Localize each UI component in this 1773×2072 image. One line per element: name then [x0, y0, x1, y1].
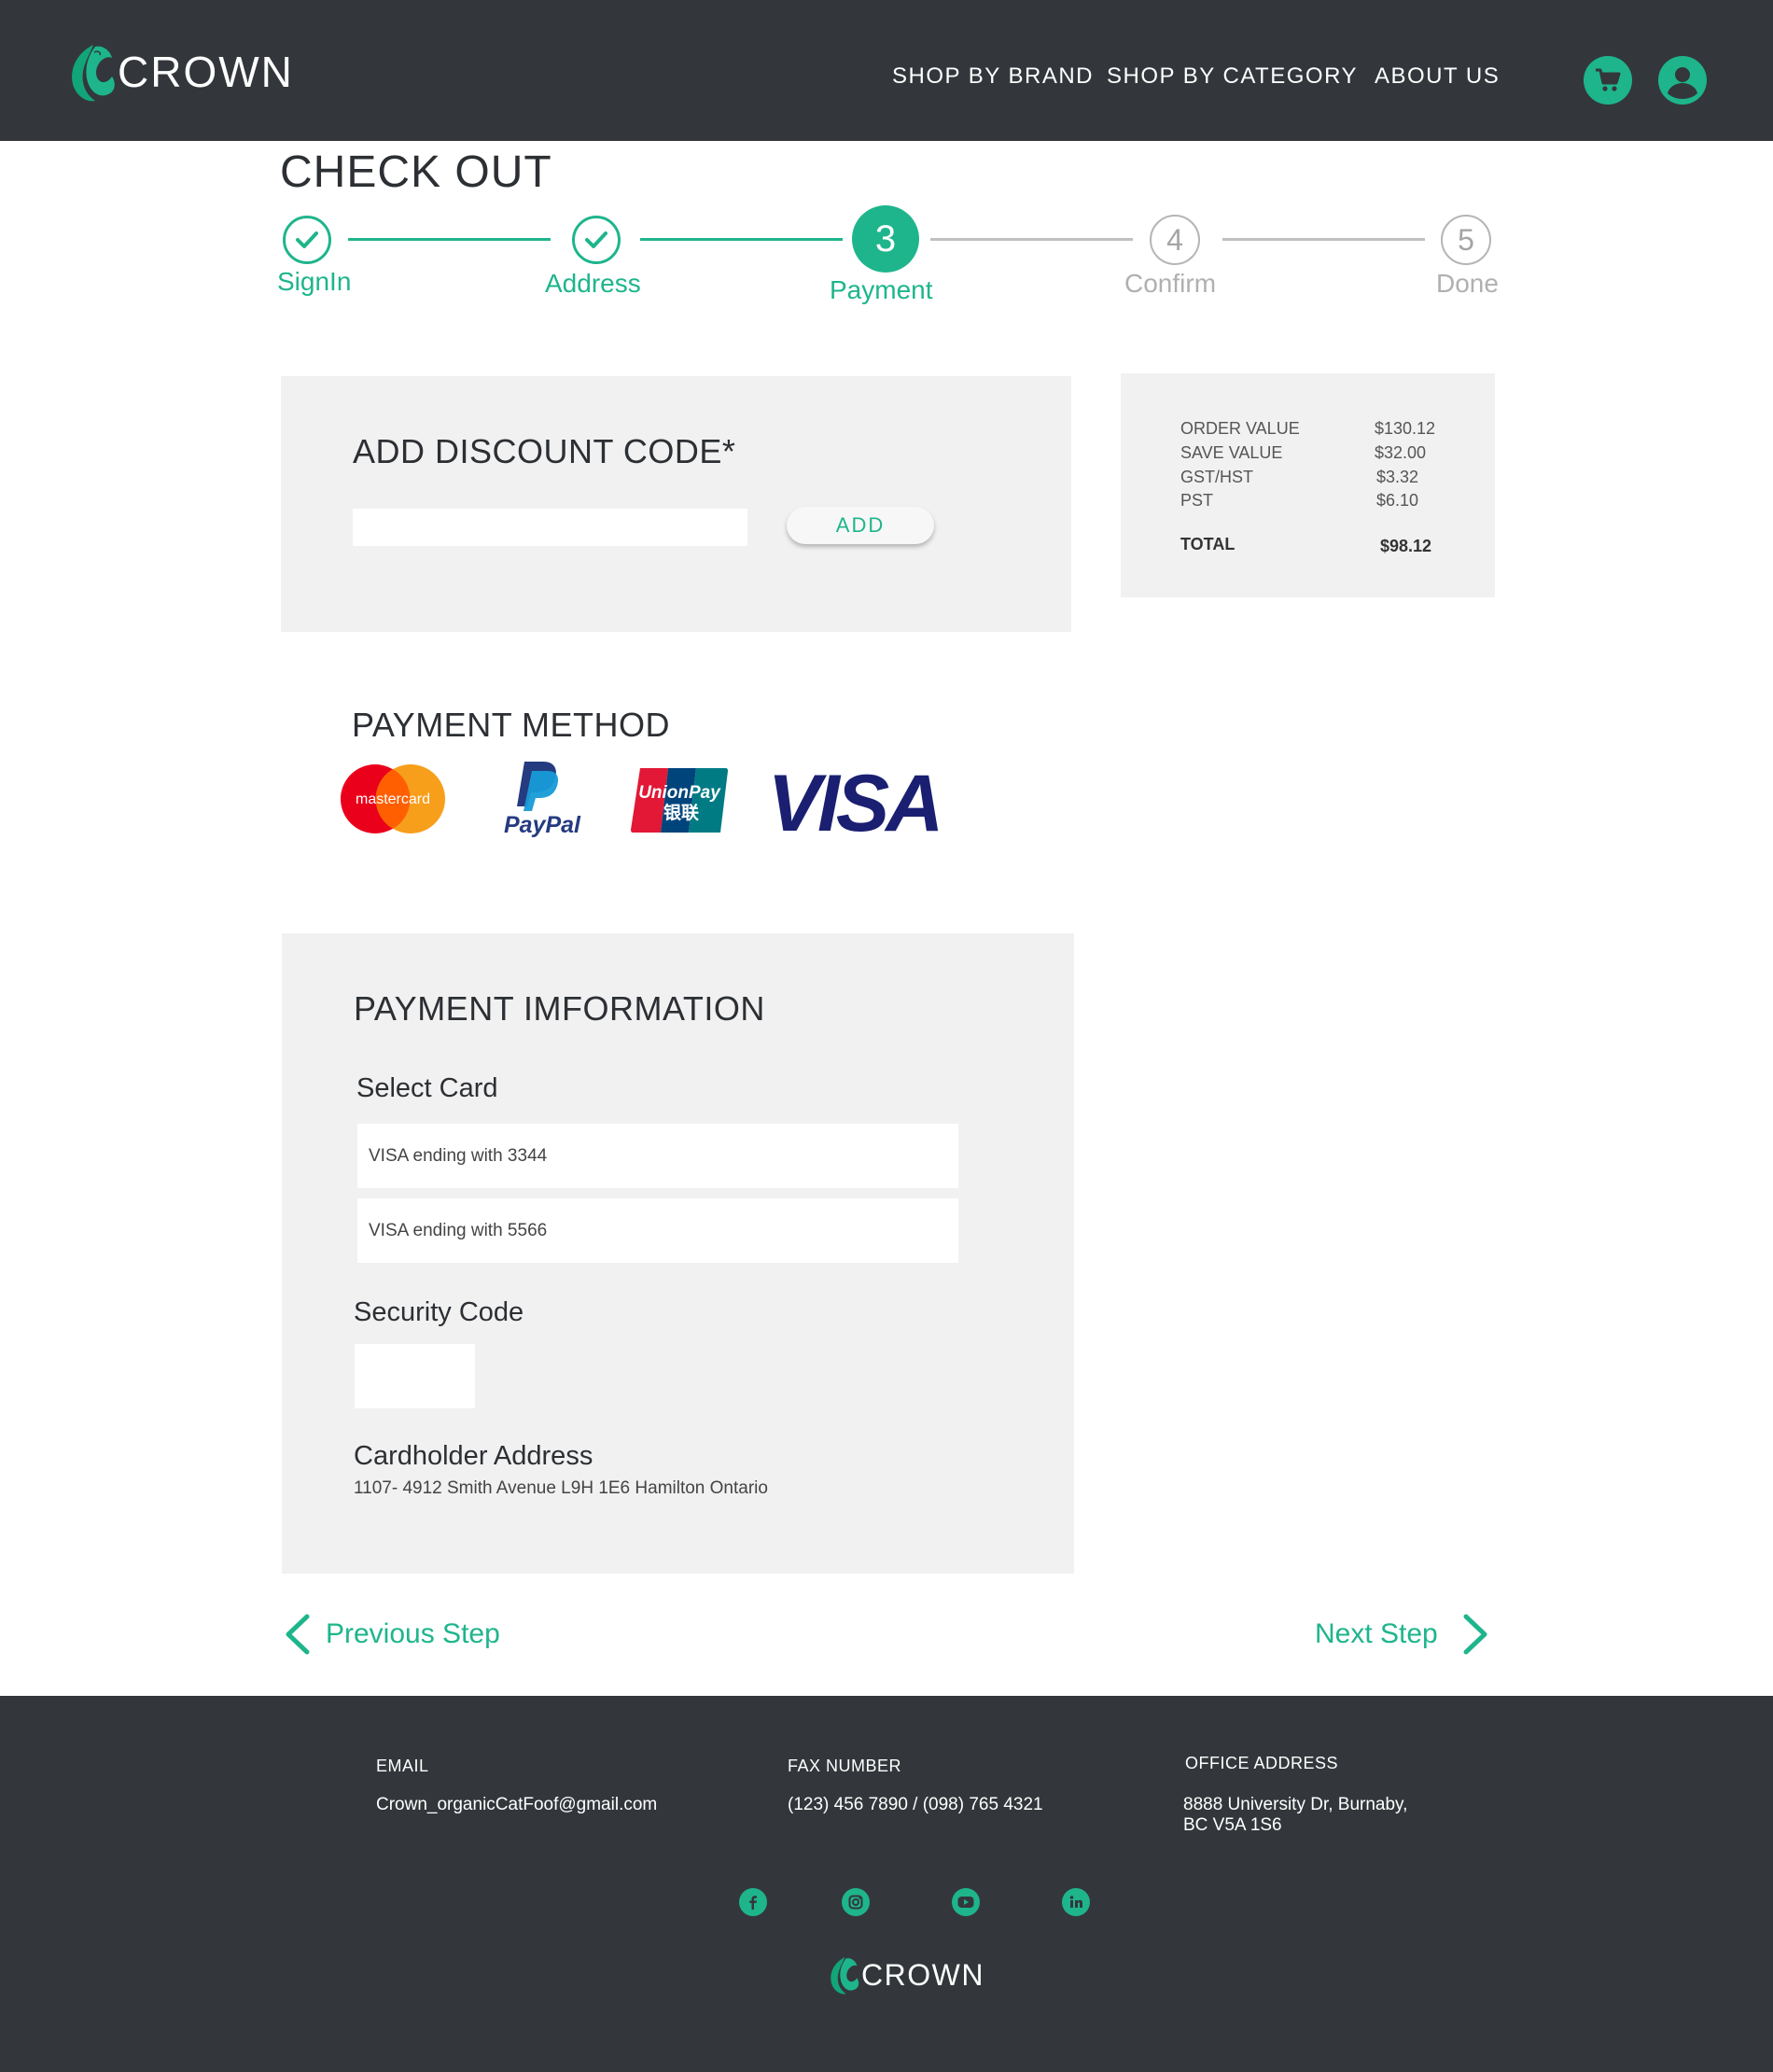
step-signin-label: SignIn [277, 267, 352, 296]
step-done-circle: 5 [1441, 215, 1491, 265]
payment-method-title: PAYMENT METHOD [352, 706, 671, 744]
paypal-logo-text: PayPal [504, 812, 581, 838]
summary-pst-label: PST [1180, 491, 1214, 510]
crown-logo[interactable]: CROWN [67, 39, 294, 105]
step-connector [640, 238, 843, 241]
unionpay-logo-subtext: 银联 [663, 802, 699, 823]
footer-email-heading: EMAIL [376, 1757, 429, 1775]
step-payment-label: Payment [830, 275, 933, 304]
user-icon [1668, 67, 1697, 99]
step-address-circle[interactable] [572, 216, 621, 264]
unionpay-logo-text: UnionPay [638, 783, 721, 803]
summary-total-label: TOTAL [1180, 535, 1236, 553]
visa-option[interactable]: VISA [765, 759, 944, 848]
youtube-button[interactable] [952, 1888, 980, 1916]
add-discount-button[interactable]: ADD [787, 507, 934, 544]
previous-step-button[interactable]: Previous Step [281, 1613, 500, 1656]
nav-about-us[interactable]: ABOUT US [1375, 63, 1500, 90]
account-button[interactable] [1658, 56, 1707, 105]
footer-fax-heading: FAX NUMBER [788, 1757, 902, 1775]
summary-order-value: $130.12 [1375, 419, 1436, 438]
cart-button[interactable] [1584, 56, 1632, 105]
step-confirm-circle: 4 [1150, 215, 1200, 265]
visa-logo-text: VISA [768, 763, 941, 836]
payment-info-panel: PAYMENT IMFORMATION Select Card VISA end… [282, 933, 1074, 1574]
mastercard-logo-text: mastercard [356, 791, 430, 807]
footer-logo-text: CROWN [861, 1957, 984, 1992]
next-step-button[interactable]: Next Step [1315, 1613, 1492, 1656]
summary-gst-label: GST/HST [1180, 468, 1254, 486]
site-footer: EMAIL Crown_organicCatFoof@gmail.com FAX… [0, 1696, 1773, 2072]
nav-shop-by-category[interactable]: SHOP BY CATEGORY [1107, 63, 1358, 90]
step-confirm-label: Confirm [1124, 269, 1217, 298]
footer-office-heading: OFFICE ADDRESS [1185, 1754, 1339, 1772]
chevron-left-icon [286, 1614, 310, 1655]
footer-fax: (123) 456 7890 / (098) 765 4321 [788, 1795, 1043, 1814]
unionpay-option[interactable]: UnionPay 银联 [631, 766, 728, 834]
paypal-logo: PayPal [504, 762, 581, 838]
visa-logo: VISA [768, 759, 944, 848]
cardholder-address-label: Cardholder Address [354, 1441, 593, 1471]
check-icon [296, 231, 318, 248]
summary-order-value-label: ORDER VALUE [1180, 419, 1300, 438]
step-address-label: Address [545, 269, 641, 298]
paypal-option[interactable]: PayPal [498, 758, 582, 838]
leaf-icon [72, 45, 115, 102]
cardholder-address: 1107- 4912 Smith Avenue L9H 1E6 Hamilton… [354, 1478, 768, 1498]
step-connector [930, 238, 1133, 241]
facebook-icon [749, 1896, 757, 1910]
youtube-icon [957, 1897, 974, 1908]
linkedin-icon [1069, 1896, 1082, 1908]
previous-step-label: Previous Step [326, 1618, 500, 1649]
mastercard-logo: mastercard [341, 764, 445, 833]
security-code-input[interactable] [355, 1344, 475, 1408]
instagram-icon [848, 1895, 863, 1910]
linkedin-button[interactable] [1062, 1888, 1090, 1916]
footer-email[interactable]: Crown_organicCatFoof@gmail.com [376, 1795, 657, 1815]
site-header: CROWN SHOP BY BRAND SHOP BY CATEGORY ABO… [0, 0, 1773, 141]
discount-panel: ADD DISCOUNT CODE* ADD [281, 376, 1071, 632]
instagram-button[interactable] [842, 1888, 870, 1916]
select-card-label: Select Card [356, 1073, 498, 1103]
footer-office-line2: BC V5A 1S6 [1183, 1815, 1282, 1835]
summary-total-value: $98.12 [1380, 537, 1432, 555]
leaf-icon [831, 1957, 859, 1995]
security-code-label: Security Code [354, 1297, 524, 1327]
step-payment-circle: 3 [852, 205, 919, 273]
footer-crown-logo[interactable]: CROWN [828, 1953, 984, 1997]
step-signin-circle[interactable] [283, 216, 331, 264]
summary-save-value-label: SAVE VALUE [1180, 443, 1283, 462]
cart-icon [1596, 68, 1621, 91]
summary-save-value: $32.00 [1375, 443, 1427, 462]
check-icon [585, 231, 607, 248]
footer-office-line1: 8888 University Dr, Burnaby, [1183, 1795, 1408, 1814]
order-summary: ORDER VALUE $130.12 SAVE VALUE $32.00 GS… [1121, 373, 1495, 597]
step-connector [348, 238, 551, 241]
discount-code-input[interactable] [353, 509, 747, 546]
logo-text: CROWN [118, 48, 294, 96]
summary-pst-value: $6.10 [1376, 491, 1419, 510]
mastercard-option[interactable]: mastercard [340, 763, 446, 835]
step-connector [1222, 238, 1425, 241]
next-step-label: Next Step [1315, 1618, 1438, 1649]
card-option-5566[interactable]: VISA ending with 5566 [357, 1198, 958, 1263]
nav-shop-by-brand[interactable]: SHOP BY BRAND [892, 63, 1094, 90]
chevron-right-icon [1463, 1614, 1487, 1655]
payment-info-title: PAYMENT IMFORMATION [354, 989, 765, 1028]
card-option-3344[interactable]: VISA ending with 3344 [357, 1124, 958, 1188]
step-done-label: Done [1436, 269, 1499, 298]
discount-title: ADD DISCOUNT CODE* [353, 432, 736, 470]
summary-gst-value: $3.32 [1376, 468, 1419, 486]
page-title: CHECK OUT [280, 147, 552, 197]
facebook-button[interactable] [739, 1888, 767, 1916]
unionpay-logo: UnionPay 银联 [631, 768, 728, 833]
